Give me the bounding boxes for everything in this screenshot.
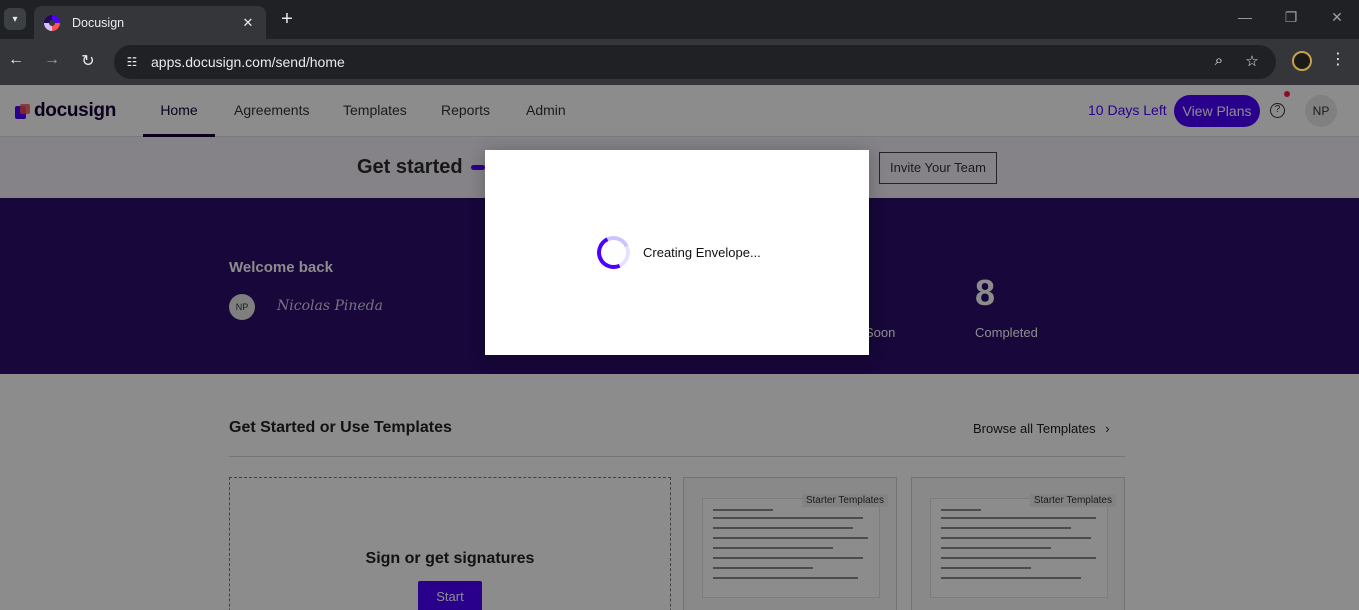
site-info-icon[interactable]: ☷ (122, 52, 142, 72)
restore-icon[interactable]: ❐ (1281, 9, 1301, 26)
loading-spinner-icon (592, 231, 635, 274)
profile-avatar-icon[interactable] (1292, 51, 1312, 71)
browser-menu-icon[interactable]: ⋮ (1330, 49, 1346, 69)
browser-tabstrip: ▾ Docusign ✕ + — ❐ ✕ (0, 0, 1359, 39)
forward-arrow-icon[interactable]: → (41, 51, 63, 69)
docusign-favicon-icon (44, 14, 60, 31)
window-close-icon[interactable]: ✕ (1327, 9, 1347, 26)
address-bar[interactable]: ☷ apps.docusign.com/send/home ⌕ ☆ (114, 45, 1276, 79)
tab-search-chevron-icon[interactable]: ▾ (4, 8, 26, 30)
creating-envelope-dialog: Creating Envelope... (485, 150, 869, 355)
new-tab-plus-icon[interactable]: + (276, 8, 298, 30)
url-text[interactable]: apps.docusign.com/send/home (151, 54, 345, 70)
back-arrow-icon[interactable]: ← (5, 51, 27, 69)
browser-tab[interactable]: Docusign ✕ (34, 6, 266, 39)
bookmark-star-icon[interactable]: ☆ (1242, 52, 1262, 70)
tab-close-icon[interactable]: ✕ (238, 15, 258, 31)
minimize-icon[interactable]: — (1235, 9, 1255, 25)
reload-icon[interactable]: ↻ (77, 51, 99, 71)
browser-toolbar: ← → ↻ ☷ apps.docusign.com/send/home ⌕ ☆ … (0, 39, 1359, 85)
loading-message: Creating Envelope... (643, 245, 761, 260)
tab-title: Docusign (72, 15, 125, 30)
zoom-icon[interactable]: ⌕ (1209, 52, 1229, 69)
